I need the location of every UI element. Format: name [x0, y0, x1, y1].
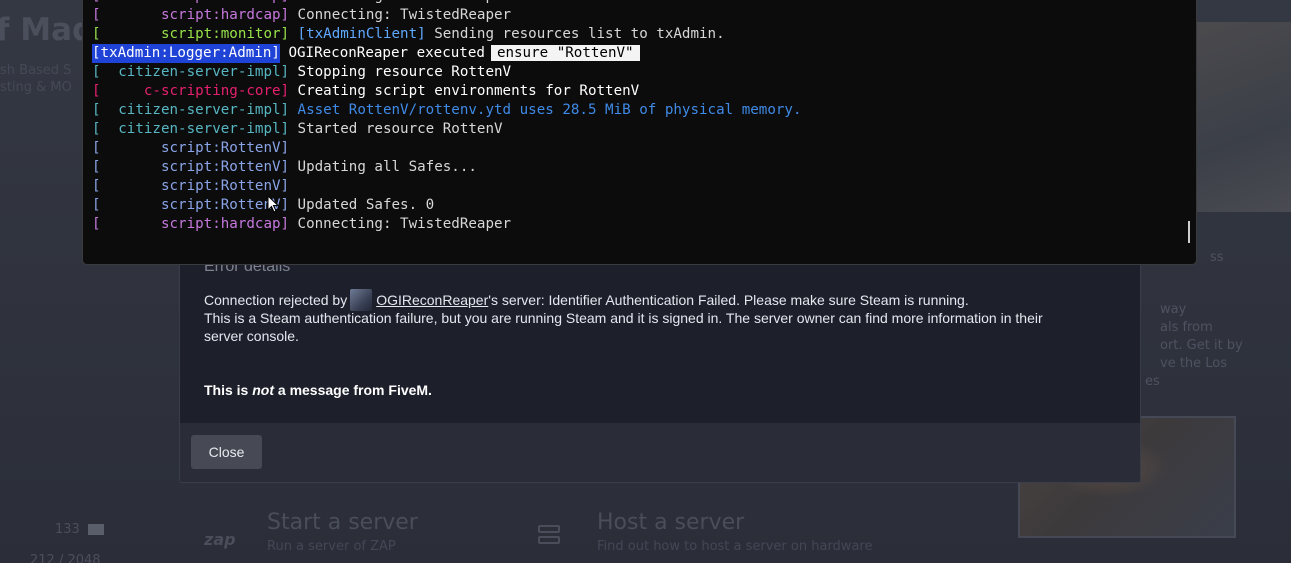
- flag-icon: [87, 524, 104, 535]
- background-server-count: 133: [55, 522, 104, 537]
- error-line-1-prefix: Connection rejected by: [204, 292, 348, 308]
- not-fivem-suffix: a message from FiveM.: [274, 382, 432, 398]
- console-channel: [script:hardcap]: [92, 7, 290, 23]
- console-channel: [script:RottenV]: [92, 159, 290, 175]
- console-channel-name: citizen-server-impl: [118, 64, 281, 80]
- console-channel-name: script:hardcap: [160, 7, 281, 23]
- console-message: Creating script environments for RottenV: [297, 83, 640, 99]
- console-message: OGIReconReaper executed: [288, 45, 485, 61]
- error-line-2: This is a Steam authentication failure, …: [204, 310, 1043, 326]
- server-console-window[interactable]: [script:hardcap] Connecting: TwistedReap…: [82, 0, 1197, 265]
- console-channel-name: script:monitor: [160, 26, 281, 42]
- console-message-prefix: [txAdminClient]: [297, 26, 426, 42]
- console-channel-name: script:RottenV: [160, 159, 281, 175]
- console-channel: [citizen-server-impl]: [92, 102, 290, 118]
- console-line: [script:RottenV] Updating all Safes...: [92, 158, 802, 177]
- console-message: Connecting: TwistedReaper: [297, 216, 512, 232]
- error-line-3: server console.: [204, 328, 299, 344]
- console-message: Sending resources list to txAdmin.: [434, 26, 725, 42]
- error-line-1-suffix: 's server: Identifier Authentication Fai…: [488, 292, 969, 308]
- console-channel: [script:RottenV]: [92, 178, 290, 194]
- console-message: Connecting: TwistedReaper: [297, 7, 512, 23]
- console-line: [script:RottenV]: [92, 139, 802, 158]
- mouse-cursor-icon: [267, 195, 279, 213]
- background-right-text-3: ort. Get it by: [1160, 338, 1243, 353]
- console-channel-name: script:hardcap: [160, 216, 281, 232]
- avatar: [350, 289, 373, 311]
- console-channel: [c-scripting-core]: [92, 83, 290, 99]
- console-message: Stopping resource RottenV: [297, 64, 512, 80]
- error-line-1: Connection rejected by OGIReconReaper's s…: [204, 289, 969, 311]
- console-channel-name: script:RottenV: [160, 178, 281, 194]
- console-channel: [script:hardcap]: [92, 216, 290, 232]
- console-command-highlight: ensure "RottenV": [490, 45, 640, 61]
- background-featured-image: [1196, 22, 1291, 212]
- console-channel-name: c-scripting-core: [143, 83, 281, 99]
- start-server-desc: Run a server of ZAP: [267, 539, 396, 554]
- console-log: [script:hardcap] Connecting: TwistedReap…: [92, 0, 802, 234]
- background-right-text-6: ss: [1210, 250, 1224, 265]
- console-line: [citizen-server-impl] Asset RottenV/rott…: [92, 101, 802, 120]
- console-channel-name: script:RottenV: [160, 140, 281, 156]
- console-channel: [citizen-server-impl]: [92, 121, 290, 137]
- error-modal-footer: Close: [180, 423, 1140, 482]
- background-server-desc-2: sting & MO: [0, 80, 72, 95]
- host-server-desc: Find out how to host a server on hardwar…: [597, 539, 873, 554]
- console-message: Started resource RottenV: [297, 121, 503, 137]
- not-fivem-prefix: This is: [204, 382, 253, 398]
- console-channel-name: script:RottenV: [160, 197, 281, 213]
- console-channel-name: citizen-server-impl: [118, 121, 281, 137]
- background-right-text-5: es: [1145, 374, 1160, 389]
- start-server-action: Start a server: [267, 510, 418, 535]
- console-line: [citizen-server-impl] Started resource R…: [92, 120, 802, 139]
- background-players: 212 / 2048: [30, 553, 101, 563]
- console-scrollbar[interactable]: [1188, 221, 1190, 243]
- not-fivem-emphasis: not: [252, 382, 274, 398]
- error-modal-body: Error details Connection rejected by OGIR…: [180, 251, 1140, 423]
- console-line: [script:monitor] [txAdminClient] Sending…: [92, 25, 802, 44]
- close-button[interactable]: Close: [191, 435, 262, 469]
- console-message: Asset RottenV/rottenv.ytd uses 28.5 MiB …: [297, 102, 802, 118]
- console-message: Updating all Safes...: [297, 159, 477, 175]
- console-line: [c-scripting-core] Creating script envir…: [92, 82, 802, 101]
- console-channel-name: citizen-server-impl: [118, 102, 281, 118]
- console-line: [script:hardcap] Connecting: TwistedReap…: [92, 215, 802, 234]
- txadmin-logger-badge: [txAdmin:Logger:Admin]: [92, 44, 280, 63]
- background-right-text-1: way: [1160, 302, 1187, 317]
- not-fivem-message: This is not a message from FiveM.: [204, 382, 432, 398]
- console-message: Updated Safes. 0: [297, 197, 435, 213]
- console-line: [txAdmin:Logger:Admin] OGIReconReaper ex…: [92, 44, 802, 63]
- console-line: [script:hardcap] Connecting: TwistedReap…: [92, 6, 802, 25]
- console-channel: [script:monitor]: [92, 26, 290, 42]
- console-line: [citizen-server-impl] Stopping resource …: [92, 63, 802, 82]
- background-count-value: 133: [55, 522, 80, 537]
- server-icon: [538, 525, 560, 547]
- server-owner-link[interactable]: OGIReconReaper: [376, 292, 488, 308]
- host-server-action: Host a server: [597, 510, 745, 535]
- console-line: [script:RottenV] Updated Safes. 0: [92, 196, 802, 215]
- error-modal: Error details Connection rejected by OGIR…: [179, 250, 1141, 483]
- background-right-text-4: ve the Los: [1160, 356, 1228, 371]
- console-line: [script:RottenV]: [92, 177, 802, 196]
- background-server-desc-1: sh Based S: [0, 63, 72, 78]
- background-right-text-2: als from: [1160, 320, 1213, 335]
- zap-icon: zap: [204, 530, 236, 549]
- console-channel: [citizen-server-impl]: [92, 64, 290, 80]
- console-channel: [script:RottenV]: [92, 197, 290, 213]
- console-message: Connecting: TwistedReaper: [298, 0, 512, 4]
- console-channel: [script:RottenV]: [92, 140, 290, 156]
